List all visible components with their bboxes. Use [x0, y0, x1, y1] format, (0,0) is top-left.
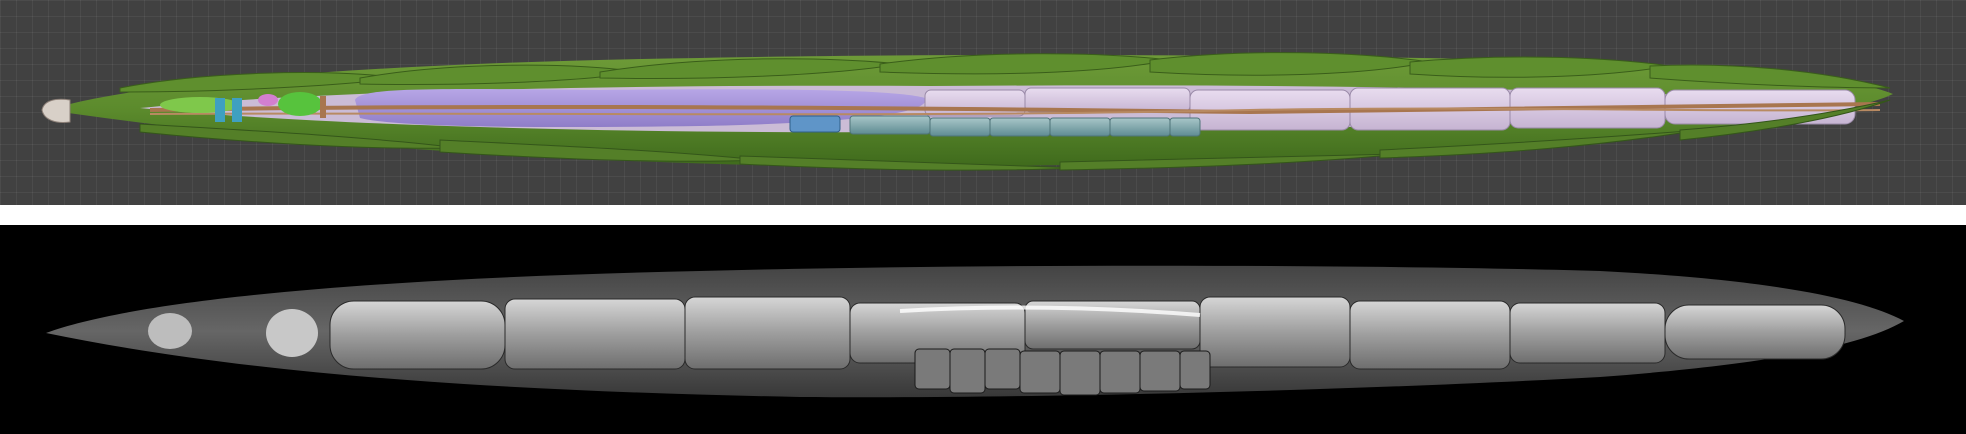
- top-3d-render-panel: [0, 0, 1966, 205]
- gonad-cells: [789, 115, 1201, 137]
- micrograph-head-bulb-1: [148, 313, 192, 349]
- micrograph-gonad-cells: [914, 348, 1211, 396]
- head-cap: [41, 98, 71, 123]
- bottom-micrograph-panel: [0, 225, 1966, 434]
- worm-micrograph: [46, 265, 1904, 398]
- worm-3d-render: [41, 52, 1893, 171]
- panel-divider: [0, 205, 1966, 225]
- micrograph-head-bulb-2: [266, 309, 318, 357]
